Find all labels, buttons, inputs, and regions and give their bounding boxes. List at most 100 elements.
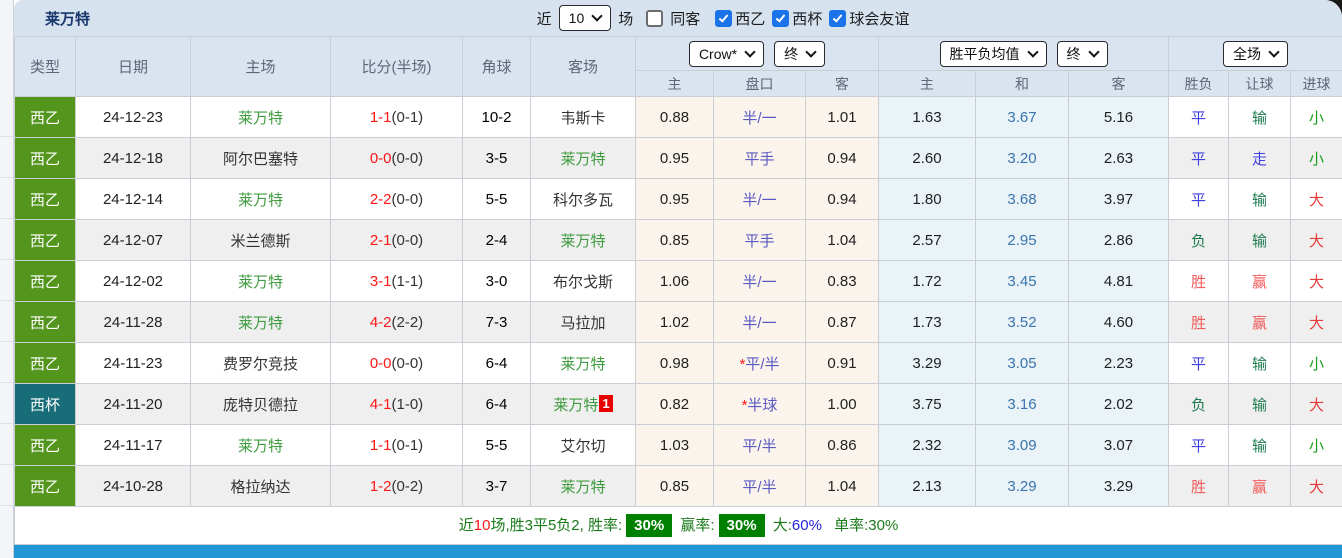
home-team[interactable]: 莱万特 <box>190 260 331 302</box>
home-team[interactable]: 庞特贝德拉 <box>190 383 331 425</box>
odds-draw: 3.68 <box>975 178 1070 220</box>
check-icon <box>833 11 843 23</box>
summary-record: 场,胜3平5负2, 胜率: <box>490 517 623 534</box>
away-team[interactable]: 艾尔切 <box>530 424 636 466</box>
ah-company-value: Crow* <box>698 45 738 62</box>
result-goals: 小 <box>1290 424 1342 466</box>
home-team[interactable]: 阿尔巴塞特 <box>190 137 331 179</box>
ah-line: 平/半 <box>713 465 806 507</box>
ah-away-odds: 0.94 <box>804 178 880 220</box>
page-title: 莱万特 <box>45 11 91 28</box>
ah-company-select[interactable]: Crow* <box>688 40 765 67</box>
odds-home: 1.72 <box>878 260 977 302</box>
away-team[interactable]: 科尔多瓦 <box>530 178 636 220</box>
period-select[interactable]: 全场 <box>1223 40 1289 67</box>
chevron-down-icon <box>805 45 817 58</box>
score-cell: 1-1(0-1) <box>330 96 463 138</box>
result-goals: 大 <box>1290 383 1342 425</box>
table-row: 西乙 24-10-28 格拉纳达 1-2(0-2) 3-7 莱万特 0.85 平… <box>14 465 1342 507</box>
away-team[interactable]: 莱万特 <box>530 219 636 261</box>
league-checkbox-friendly[interactable] <box>829 9 847 27</box>
odds-away: 3.97 <box>1068 178 1170 220</box>
away-team[interactable]: 莱万特 <box>530 465 636 507</box>
ah-time-select[interactable]: 终 <box>774 40 826 67</box>
ah-time-value: 终 <box>784 45 799 62</box>
half-score: (2-2) <box>391 313 424 331</box>
home-team[interactable]: 莱万特 <box>190 96 331 138</box>
check-icon <box>718 11 729 23</box>
corners: 6-4 <box>462 342 531 384</box>
odds-away: 3.29 <box>1068 465 1170 507</box>
match-date: 24-11-23 <box>75 342 191 384</box>
home-team[interactable]: 费罗尔竞技 <box>190 342 331 384</box>
half-score: (1-1) <box>391 272 424 290</box>
result-goals: 大 <box>1290 260 1342 302</box>
score-cell: 1-2(0-2) <box>330 465 463 507</box>
ah-away-odds: 1.00 <box>804 383 880 425</box>
ah-home-odds: 0.98 <box>635 342 714 384</box>
away-team[interactable]: 莱万特 <box>530 137 636 179</box>
ah-home-odds: 1.06 <box>635 260 714 302</box>
corners: 2-4 <box>462 219 531 261</box>
ah-home-odds: 1.02 <box>635 301 714 343</box>
result-wdl: 平 <box>1168 342 1230 384</box>
result-handicap: 输 <box>1228 219 1292 261</box>
result-goals: 大 <box>1290 178 1342 220</box>
ah-away-odds: 0.87 <box>804 301 880 343</box>
away-team[interactable]: 韦斯卡 <box>530 96 636 138</box>
home-team[interactable]: 莱万特 <box>190 301 331 343</box>
half-score: (0-0) <box>391 149 424 167</box>
home-team[interactable]: 格拉纳达 <box>190 465 331 507</box>
away-team[interactable]: 莱万特 1 <box>530 383 636 425</box>
odds-type-select[interactable]: 胜平负均值 <box>939 40 1047 67</box>
ah-line: 平手 <box>713 219 806 261</box>
away-team[interactable]: 布尔戈斯 <box>530 260 636 302</box>
result-handicap: 输 <box>1228 383 1292 425</box>
col-header-date: 日期 <box>75 36 191 97</box>
ah-line: 半/一 <box>713 178 806 220</box>
league-badge: 西乙 <box>14 301 76 343</box>
home-team[interactable]: 米兰德斯 <box>190 219 331 261</box>
col-header-ah-line: 盘口 <box>713 70 806 97</box>
odds-away: 4.60 <box>1068 301 1170 343</box>
league-checkbox-cup[interactable] <box>772 9 790 27</box>
col-header-corners: 角球 <box>462 36 531 97</box>
ah-line: *半球 <box>713 383 806 425</box>
result-handicap: 输 <box>1228 424 1292 466</box>
result-handicap: 赢 <box>1228 301 1292 343</box>
col-header-odds-home: 主 <box>878 70 977 97</box>
recent-count-select[interactable]: 10 <box>558 5 612 31</box>
away-team[interactable]: 马拉加 <box>530 301 636 343</box>
full-score: 0-0 <box>369 354 392 372</box>
score-cell: 2-2(0-0) <box>330 178 463 220</box>
table-row: 西乙 24-12-23 莱万特 1-1(0-1) 10-2 韦斯卡 0.88 半… <box>14 96 1342 138</box>
result-handicap: 输 <box>1228 342 1292 384</box>
same-away-label: 同客 <box>670 10 701 28</box>
ah-line: 半/一 <box>713 301 806 343</box>
away-team[interactable]: 莱万特 <box>530 342 636 384</box>
league-checkbox-west-b[interactable] <box>715 9 733 27</box>
odds-draw: 3.20 <box>975 137 1070 179</box>
handicap-rate-badge: 30% <box>718 514 765 537</box>
result-handicap: 赢 <box>1228 465 1292 507</box>
home-team[interactable]: 莱万特 <box>190 424 331 466</box>
chevron-down-icon <box>744 45 756 58</box>
league-label-friendly: 球会友谊 <box>849 10 910 28</box>
ah-home-odds: 1.03 <box>635 424 714 466</box>
col-header-ah-away: 客 <box>804 70 880 97</box>
same-away-checkbox[interactable] <box>646 9 664 27</box>
recent-count-value: 10 <box>568 10 585 26</box>
result-wdl: 胜 <box>1168 260 1230 302</box>
odds-draw: 3.29 <box>975 465 1070 507</box>
chevron-down-icon <box>1268 45 1280 58</box>
result-section-header: 全场 <box>1168 36 1342 71</box>
chevron-down-icon <box>591 10 603 22</box>
match-date: 24-11-17 <box>75 424 191 466</box>
result-wdl: 胜 <box>1168 301 1230 343</box>
card-count-badge: 1 <box>599 394 613 412</box>
home-team[interactable]: 莱万特 <box>190 178 331 220</box>
odds-time-select[interactable]: 终 <box>1056 40 1108 67</box>
col-header-ah-home: 主 <box>635 70 714 97</box>
corners: 5-5 <box>462 178 531 220</box>
match-date: 24-12-02 <box>75 260 191 302</box>
